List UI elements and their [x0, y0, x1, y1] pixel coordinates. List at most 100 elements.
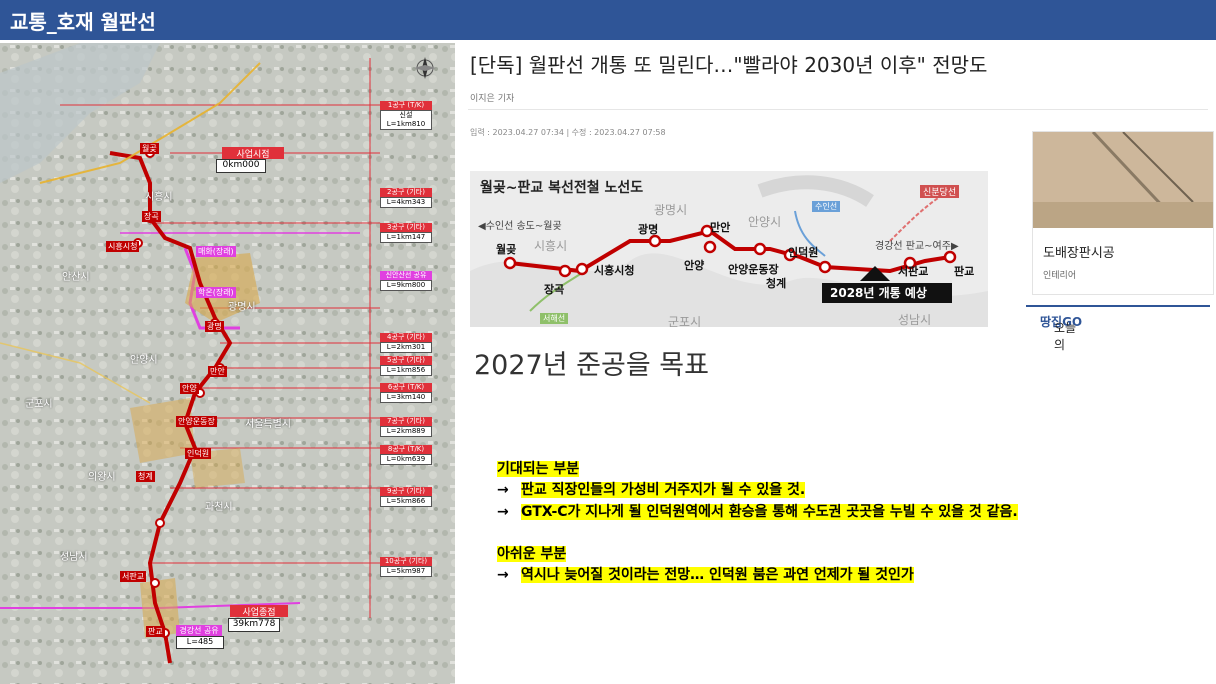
arrow-icon: → [497, 504, 509, 520]
section-tag: 4공구 (기타) L=2km301 [380, 333, 432, 353]
route-station-label: 안양 [684, 259, 705, 272]
completion-goal-heading: 2027년 준공을 목표 [474, 350, 709, 381]
section-length: L=5km866 [380, 496, 432, 507]
right-line-label: 경강선 판교~여주▶ [875, 241, 959, 252]
map-station-label: 서판교 [120, 571, 147, 582]
route-station-label: 광명 [638, 223, 659, 236]
regret-heading: 아쉬운 부분 [497, 546, 567, 562]
section-tag: 8공구 (T/K) L=0km639 [380, 445, 432, 465]
expected-heading: 기대되는 부분 [497, 461, 580, 477]
section-tag: 1공구 (T/K) 신설 L=1km810 [380, 101, 432, 130]
suin-top-label: 수인선 [812, 201, 841, 212]
section-name: 4공구 (기타) [380, 333, 432, 342]
map-city-label: 안양시 [130, 355, 158, 366]
section-name: 7공구 (기타) [380, 417, 432, 426]
section-tag: 5공구 (기타) L=1km856 [380, 356, 432, 376]
expected-item-1: 판교 직장인들의 가성비 거주지가 될 수 있을 것. [521, 482, 806, 498]
opening-callout: 2028년 개통 예상 [830, 286, 927, 300]
suin-bottom-label: 서해선 [540, 313, 569, 324]
map-city-label: 군포시 [25, 399, 53, 410]
route-satellite-map: 사업시점 0km000 사업종점 39km778 경강선 공유 L=485 1공… [0, 43, 455, 684]
expected-item-2: GTX-C가 지나게 될 인덕원역에서 환승을 통해 수도권 곳곳을 누빌 수 … [521, 504, 1018, 520]
section-name: 1공구 (T/K) [380, 101, 432, 110]
section-name: 10공구 (기타) [380, 557, 432, 566]
map-city-label: 안산시 [62, 272, 90, 283]
section-length: L=3km140 [380, 392, 432, 403]
section-name: 신안산선 공유 [380, 271, 432, 280]
route-station-label: 서판교 [898, 265, 929, 278]
map-station-label: 판교 [146, 626, 165, 637]
route-station-label: 청계 [766, 277, 787, 290]
ad-card[interactable]: 도배장판시공 인테리어 [1032, 131, 1214, 295]
sinbundang-label: 신분당선 [920, 185, 960, 198]
section-length: L=1km147 [380, 232, 432, 243]
map-station-label: 학온(장래) [196, 287, 236, 298]
section-tag: 7공구 (기타) L=2km889 [380, 417, 432, 437]
section-length: L=4km343 [380, 197, 432, 208]
section-name: 8공구 (T/K) [380, 445, 432, 454]
map-city-label: 시흥시 [145, 192, 173, 203]
map-station-label: 안양 [180, 383, 199, 394]
route-station-label: 만안 [710, 221, 731, 234]
section-length: L=9km800 [380, 280, 432, 291]
today-ddangjip-section[interactable]: 오늘의 땅집GO [1026, 305, 1210, 352]
start-tag: 사업시점 [222, 147, 284, 160]
section-name: 9공구 (기타) [380, 487, 432, 496]
map-city-label: 의왕시 [88, 472, 116, 483]
regret-item-1: 역시나 늦어질 것이라는 전망… 인덕원 붐은 과연 언제가 될 것인가 [521, 567, 914, 583]
gyeonggang-len: L=485 [176, 636, 224, 649]
route-district-label: 성남시 [898, 313, 932, 327]
section-tag: 2공구 (기타) L=4km343 [380, 188, 432, 208]
article-divider [468, 109, 1208, 110]
ad-card-category: 인테리어 [1043, 271, 1077, 281]
section-tag: 10공구 (기타) L=5km987 [380, 557, 432, 577]
today-prefix: 오늘의 [1054, 321, 1077, 352]
section-length: L=0km639 [380, 454, 432, 465]
section-name: 6공구 (T/K) [380, 383, 432, 392]
section-length: L=1km856 [380, 365, 432, 376]
route-district-label: 시흥시 [534, 239, 568, 253]
section-name: 5공구 (기타) [380, 356, 432, 365]
gyeonggang-tag: 경강선 공유 [176, 625, 222, 636]
end-tag: 사업종점 [230, 605, 288, 618]
map-city-label: 성남시 [60, 552, 88, 563]
slide-title-bar: 교통_호재 월판선 [0, 0, 1216, 40]
section-tag: 6공구 (T/K) L=3km140 [380, 383, 432, 403]
route-diagram-title: 월곶~판교 복선전철 노선도 [480, 180, 644, 196]
map-city-label: 과천시 [205, 502, 233, 513]
section-length: L=2km889 [380, 426, 432, 437]
route-station-label: 월곶 [496, 243, 517, 256]
map-station-label: 만안 [208, 366, 227, 377]
map-station-label: 월곶 [140, 143, 159, 154]
route-diagram: 월곶~판교 복선전철 노선도 ◀수인선 송도~월곶 경강선 판교~여주▶ 신분당… [470, 171, 988, 327]
map-station-label: 매화(장래) [196, 246, 236, 257]
article-headline[interactable]: [단독] 월판선 개통 또 밀린다…"빨라야 2030년 이후" 전망도 [470, 49, 987, 78]
arrow-icon: → [497, 567, 509, 583]
ad-card-title: 도배장판시공 [1043, 246, 1115, 261]
map-station-label: 광명 [205, 321, 224, 332]
end-km: 39km778 [228, 618, 280, 632]
route-station-label: 인덕원 [788, 246, 819, 259]
map-station-label: 인덕원 [185, 448, 212, 459]
left-line-label: ◀수인선 송도~월곶 [478, 221, 562, 232]
route-district-label: 안양시 [748, 215, 782, 229]
route-station-label: 판교 [954, 265, 975, 278]
section-tag: 3공구 (기타) L=1km147 [380, 223, 432, 243]
map-station-label: 시흥시청 [106, 241, 140, 252]
map-station-label: 청계 [136, 471, 155, 482]
section-length: L=2km301 [380, 342, 432, 353]
ad-card-image [1033, 132, 1213, 228]
route-district-label: 군포시 [668, 315, 702, 327]
section-tag: 9공구 (기타) L=5km866 [380, 487, 432, 507]
section-tag: 신안산선 공유 L=9km800 [380, 271, 432, 291]
map-city-label: 광명시 [228, 302, 256, 313]
article-reporter: 이지은 기자 [470, 94, 515, 104]
route-station-label: 시흥시청 [594, 264, 635, 277]
route-station-label: 장곡 [544, 283, 565, 296]
section-name: 2공구 (기타) [380, 188, 432, 197]
section-length: L=5km987 [380, 566, 432, 577]
slide-title: 교통_호재 월판선 [10, 10, 156, 34]
article-meta: 입력 : 2023.04.27 07:34 | 수정 : 2023.04.27 … [470, 128, 666, 137]
map-station-label: 안양운동장 [176, 416, 217, 427]
section-name: 3공구 (기타) [380, 223, 432, 232]
